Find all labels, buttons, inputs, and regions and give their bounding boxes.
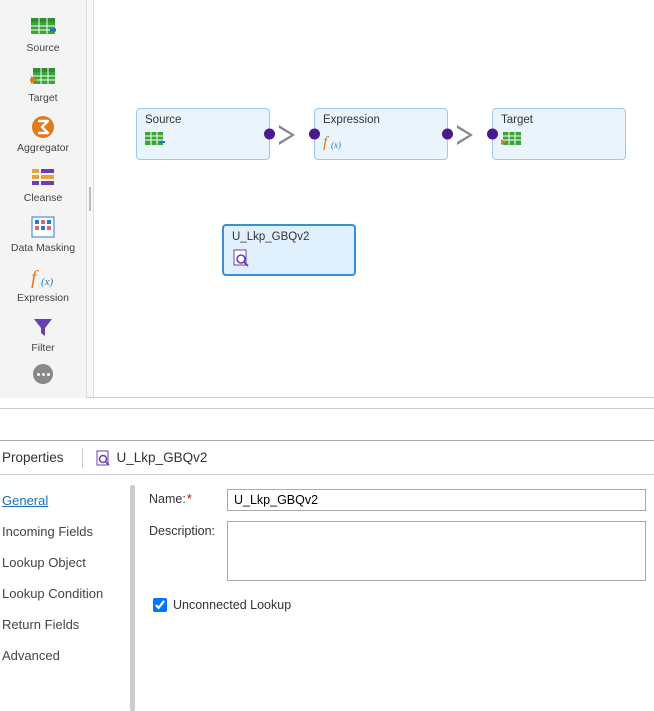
- name-input[interactable]: [227, 489, 646, 511]
- tab-advanced[interactable]: Advanced: [2, 648, 124, 663]
- mapping-canvas[interactable]: Source Expression f(x) Target: [94, 0, 654, 397]
- aggregator-icon: [29, 114, 57, 140]
- cleanse-icon: [29, 164, 57, 190]
- canvas-node-expression[interactable]: Expression f(x): [314, 108, 448, 160]
- output-port[interactable]: [264, 129, 275, 140]
- source-icon: [145, 139, 165, 151]
- filter-icon: [29, 314, 57, 340]
- expression-icon: f(x): [323, 141, 343, 153]
- lookup-icon: [95, 450, 111, 466]
- horizontal-splitter[interactable]: [0, 398, 654, 440]
- output-port[interactable]: [442, 129, 453, 140]
- unconnected-lookup-label: Unconnected Lookup: [173, 598, 291, 612]
- expression-icon: f(x): [29, 264, 57, 290]
- palette-label: Expression: [17, 292, 69, 304]
- palette-more-button[interactable]: [33, 364, 53, 384]
- unconnected-lookup-checkbox[interactable]: [153, 598, 167, 612]
- source-icon: [29, 14, 57, 40]
- tab-general[interactable]: General: [2, 493, 124, 508]
- properties-tabs: General Incoming Fields Lookup Object Lo…: [0, 475, 130, 711]
- description-label: Description:: [149, 521, 227, 538]
- target-icon: [29, 64, 57, 90]
- palette-item-aggregator[interactable]: Aggregator: [8, 110, 78, 156]
- canvas-node-target[interactable]: Target: [492, 108, 626, 160]
- tab-incoming-fields[interactable]: Incoming Fields: [2, 524, 124, 539]
- palette-item-filter[interactable]: Filter: [8, 310, 78, 356]
- palette-item-expression[interactable]: f(x) Expression: [8, 260, 78, 306]
- properties-header: Properties U_Lkp_GBQv2: [0, 441, 654, 475]
- svg-text:f: f: [31, 267, 39, 288]
- node-label: Target: [501, 114, 617, 126]
- properties-panel: Properties U_Lkp_GBQv2 General Incoming …: [0, 440, 654, 711]
- palette-label: Source: [26, 42, 59, 54]
- description-textarea[interactable]: [227, 521, 646, 581]
- palette-item-data-masking[interactable]: Data Masking: [8, 210, 78, 256]
- svg-text:f: f: [323, 134, 330, 150]
- svg-text:(x): (x): [41, 276, 54, 288]
- input-port[interactable]: [309, 129, 320, 140]
- svg-text:(x): (x): [331, 140, 341, 150]
- target-icon: [501, 139, 521, 151]
- palette-label: Cleanse: [24, 192, 63, 204]
- general-tab-form: Name:* Description: Unconnected Lookup: [141, 475, 654, 711]
- palette-item-source[interactable]: Source: [8, 10, 78, 56]
- flow-arrow: [279, 125, 295, 145]
- palette-item-cleanse[interactable]: Cleanse: [8, 160, 78, 206]
- name-label: Name:*: [149, 489, 227, 506]
- input-port[interactable]: [487, 129, 498, 140]
- node-label: Expression: [323, 114, 439, 126]
- palette-label: Aggregator: [17, 142, 69, 154]
- vertical-splitter[interactable]: [86, 0, 94, 397]
- palette-label: Filter: [31, 342, 54, 354]
- palette-label: Target: [28, 92, 57, 104]
- node-label: Source: [145, 114, 261, 126]
- tab-return-fields[interactable]: Return Fields: [2, 617, 124, 632]
- palette-item-target[interactable]: Target: [8, 60, 78, 106]
- flow-arrow: [457, 125, 473, 145]
- transformation-palette: Source Target Aggregator Cleanse Data Ma…: [0, 0, 86, 398]
- data-masking-icon: [29, 214, 57, 240]
- tab-lookup-object[interactable]: Lookup Object: [2, 555, 124, 570]
- palette-label: Data Masking: [11, 242, 75, 254]
- canvas-node-lookup[interactable]: U_Lkp_GBQv2: [222, 224, 356, 276]
- properties-object-name: U_Lkp_GBQv2: [117, 450, 208, 465]
- divider: [82, 448, 83, 468]
- divider: [130, 485, 135, 711]
- tab-lookup-condition[interactable]: Lookup Condition: [2, 586, 124, 601]
- node-label: U_Lkp_GBQv2: [232, 231, 346, 243]
- canvas-node-source[interactable]: Source: [136, 108, 270, 160]
- lookup-icon: [232, 258, 250, 270]
- properties-title: Properties: [0, 450, 78, 465]
